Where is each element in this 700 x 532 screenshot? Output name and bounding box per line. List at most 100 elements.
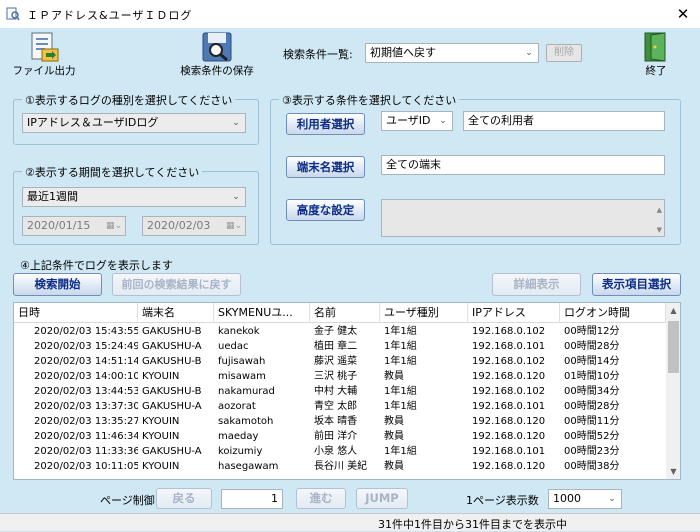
window-title: ＩＰアドレス&ユーザＩＤログ — [27, 9, 193, 22]
cell-datetime: 2020/02/03 13:35:27 — [34, 416, 138, 427]
period-value: 最近1週間 — [27, 190, 78, 203]
exit-door-icon — [644, 32, 666, 62]
scroll-down-icon[interactable]: ▼ — [666, 464, 680, 479]
save-search-icon — [202, 32, 232, 62]
cell-name: 植田 章二 — [314, 341, 358, 352]
detail-view-button[interactable]: 詳細表示 — [492, 273, 581, 296]
cell-skymenu-user: maeday — [218, 431, 259, 442]
column-header-datetime[interactable]: 日時 — [14, 303, 138, 323]
period-select[interactable]: 最近1週間 ⌄ — [22, 187, 246, 207]
cell-ip: 192.168.0.120 — [472, 371, 546, 382]
column-header-name[interactable]: 名前 — [310, 303, 380, 323]
chevron-down-icon: ⌄ — [608, 494, 616, 504]
cell-name: 藤沢 遥菜 — [314, 356, 358, 367]
table-row[interactable]: 2020/02/03 15:24:49 GAKUSHU-A uedac 植田 章二 1年… — [14, 339, 666, 354]
cell-datetime: 2020/02/03 15:24:49 — [34, 341, 138, 352]
column-select-button[interactable]: 表示項目選択 — [592, 273, 681, 296]
log-type-group: ①表示するログの種別を選択してください IPアドレス＆ユーザIDログ ⌄ — [13, 92, 259, 145]
cell-user-type: 教員 — [384, 461, 404, 472]
cell-datetime: 2020/02/03 11:33:36 — [34, 446, 138, 457]
scroll-down-icon[interactable]: ▼ — [657, 226, 662, 235]
cell-skymenu-user: koizumiy — [218, 446, 263, 457]
cell-ip: 192.168.0.101 — [472, 446, 546, 457]
period-group: ②表示する期間を選択してください 最近1週間 ⌄ 2020/01/15 ▦⌄ 2… — [13, 164, 259, 245]
advanced-settings-area[interactable]: ▲ ▼ — [381, 199, 665, 237]
log-type-select[interactable]: IPアドレス＆ユーザIDログ ⌄ — [22, 113, 246, 133]
table-row[interactable]: 2020/02/03 10:11:05 KYOUIN hasegawam 長谷川 美紀… — [14, 459, 666, 474]
table-row[interactable]: 2020/02/03 11:33:36 GAKUSHU-A koizumiy 小泉 悠… — [14, 444, 666, 459]
cell-name: 三沢 桃子 — [314, 371, 358, 382]
table-row[interactable]: 2020/02/03 13:37:30 GAKUSHU-A aozorat 青空 太郎… — [14, 399, 666, 414]
per-page-label: 1ページ表示数 — [466, 494, 539, 507]
scroll-up-icon[interactable]: ▲ — [666, 303, 680, 318]
cell-name: 小泉 悠人 — [314, 446, 358, 457]
advanced-settings-button[interactable]: 高度な設定 — [286, 199, 365, 221]
page-number-field[interactable]: 1 — [221, 489, 283, 509]
close-icon[interactable]: ✕ — [672, 4, 694, 24]
cell-ip: 192.168.0.102 — [472, 386, 546, 397]
table-row[interactable]: 2020/02/03 14:00:10 KYOUIN misawam 三沢 桃子 教員 1… — [14, 369, 666, 384]
cell-terminal: KYOUIN — [142, 371, 180, 382]
user-select-button[interactable]: 利用者選択 — [286, 113, 365, 135]
cell-terminal: KYOUIN — [142, 461, 180, 472]
cell-logon-time: 00時間12分 — [564, 326, 620, 337]
previous-result-button[interactable]: 前回の検索結果に戻す — [112, 273, 241, 296]
back-button[interactable]: 戻る — [156, 488, 212, 509]
log-type-legend: ①表示するログの種別を選択してください — [22, 92, 236, 108]
cell-skymenu-user: uedac — [218, 341, 249, 352]
save-search-button[interactable]: 検索条件の保存 — [176, 31, 258, 79]
delete-button[interactable]: 削除 — [546, 44, 582, 62]
cell-user-type: 1年1組 — [384, 446, 417, 457]
cell-user-type: 教員 — [384, 371, 404, 382]
cell-name: 前田 洋介 — [314, 431, 358, 442]
condition-list-select[interactable]: 初期値へ戻す ⌄ — [365, 43, 539, 63]
date-from-field[interactable]: 2020/01/15 ▦⌄ — [22, 216, 126, 236]
cell-terminal: KYOUIN — [142, 416, 180, 427]
user-type-select[interactable]: ユーザID ⌄ — [381, 111, 453, 131]
table-scrollbar[interactable]: ▲ ▼ — [666, 303, 680, 479]
column-header-ip[interactable]: IPアドレス — [468, 303, 560, 323]
cell-terminal: GAKUSHU-B — [142, 356, 202, 367]
cell-skymenu-user: fujisawah — [218, 356, 266, 367]
column-header-terminal[interactable]: 端末名 — [138, 303, 214, 323]
cell-user-type: 1年1組 — [384, 326, 417, 337]
scroll-thumb[interactable] — [668, 321, 679, 373]
status-bar: 31件中1件目から31件目までを表示中 — [0, 513, 700, 531]
cell-ip: 192.168.0.101 — [472, 341, 546, 352]
file-output-button[interactable]: ファイル出力 — [12, 31, 76, 79]
file-output-icon — [31, 32, 59, 62]
calendar-icon[interactable]: ▦⌄ — [106, 217, 122, 235]
search-start-button[interactable]: 検索開始 — [13, 273, 102, 296]
table-row[interactable]: 2020/02/03 13:35:27 KYOUIN sakamotoh 坂本 晴香 教… — [14, 414, 666, 429]
column-header-skymenu-user[interactable]: SKYMENUユ... — [214, 303, 310, 323]
jump-button[interactable]: JUMP — [356, 488, 408, 509]
log-table[interactable]: 日時 端末名 SKYMENUユ... 名前 ユーザ種別 IPアドレス ログオン時… — [13, 302, 681, 480]
user-value-field[interactable]: 全ての利用者 — [463, 111, 665, 131]
period-legend: ②表示する期間を選択してください — [22, 164, 203, 180]
column-header-logon-time[interactable]: ログオン時間 — [560, 303, 666, 323]
log-type-value: IPアドレス＆ユーザIDログ — [27, 116, 159, 129]
cell-datetime: 2020/02/03 13:44:53 — [34, 386, 138, 397]
table-row[interactable]: 2020/02/03 15:43:55 GAKUSHU-B kanekok 金子 健太… — [14, 324, 666, 339]
date-to-field[interactable]: 2020/02/03 ▦⌄ — [142, 216, 246, 236]
cell-terminal: GAKUSHU-A — [142, 341, 202, 352]
cell-datetime: 2020/02/03 14:51:14 — [34, 356, 138, 367]
cell-ip: 192.168.0.120 — [472, 431, 546, 442]
pager-label: ページ制御 — [100, 494, 155, 507]
table-row[interactable]: 2020/02/03 11:46:34 KYOUIN maeday 前田 洋介 教員 19… — [14, 429, 666, 444]
cell-name: 金子 健太 — [314, 326, 358, 337]
scroll-up-icon[interactable]: ▲ — [657, 201, 662, 219]
forward-button[interactable]: 進む — [296, 488, 346, 509]
cell-user-type: 1年1組 — [384, 386, 417, 397]
per-page-select[interactable]: 1000 ⌄ — [548, 489, 622, 509]
calendar-icon[interactable]: ▦⌄ — [226, 217, 242, 235]
cell-user-type: 教員 — [384, 431, 404, 442]
table-row[interactable]: 2020/02/03 13:44:53 GAKUSHU-B nakamurad 中村 … — [14, 384, 666, 399]
exit-button[interactable]: 終了 — [636, 31, 676, 79]
date-to-value: 2020/02/03 — [147, 219, 211, 232]
cell-user-type: 1年1組 — [384, 401, 417, 412]
column-header-user-type[interactable]: ユーザ種別 — [380, 303, 468, 323]
terminal-select-button[interactable]: 端末名選択 — [286, 156, 365, 178]
table-row[interactable]: 2020/02/03 14:51:14 GAKUSHU-B fujisawah 藤沢 … — [14, 354, 666, 369]
terminal-value-field[interactable]: 全ての端末 — [381, 155, 665, 175]
